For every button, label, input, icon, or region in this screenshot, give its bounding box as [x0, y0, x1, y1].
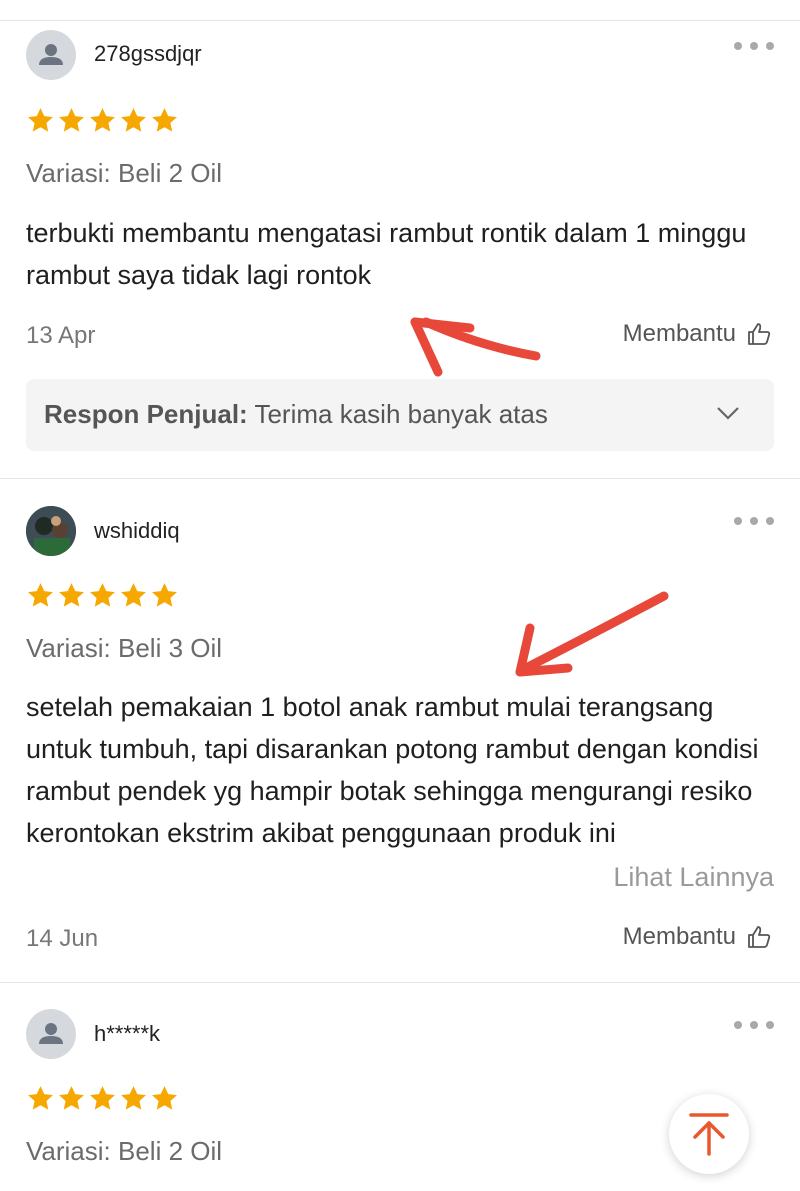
- helpful-label: Membantu: [622, 320, 736, 347]
- star-rating: [26, 106, 179, 136]
- review-date: 14 Jun: [26, 925, 99, 952]
- user-photo: [26, 506, 76, 556]
- seller-response-label: Respon Penjual:: [44, 399, 248, 429]
- username[interactable]: h*****k: [94, 1021, 160, 1047]
- star-icon: [121, 108, 146, 132]
- star-icon: [90, 583, 115, 607]
- star-icon: [121, 583, 146, 607]
- chevron-down-icon[interactable]: [716, 405, 740, 421]
- star-icon: [90, 108, 115, 132]
- helpful-button[interactable]: Membantu: [623, 923, 772, 951]
- star-icon: [28, 108, 53, 132]
- avatar[interactable]: [26, 1009, 76, 1059]
- variation-label: Variasi: Beli 3 Oil: [26, 633, 223, 663]
- star-icon: [90, 1086, 115, 1110]
- helpful-button[interactable]: Membantu: [623, 320, 772, 348]
- username[interactable]: 278gssdjqr: [94, 41, 202, 67]
- scroll-to-top-button[interactable]: [669, 1094, 749, 1174]
- review-comment: setelah pemakaian 1 botol anak rambut mu…: [26, 692, 759, 848]
- user-icon: [39, 1023, 63, 1044]
- star-rating: [26, 581, 179, 611]
- avatar[interactable]: [26, 506, 76, 556]
- star-icon: [28, 583, 53, 607]
- more-dots-icon[interactable]: [734, 513, 774, 529]
- more-dots-icon[interactable]: [734, 1017, 774, 1033]
- thumbs-up-icon: [748, 926, 771, 948]
- more-dots-icon[interactable]: [734, 38, 774, 54]
- star-icon: [59, 1086, 84, 1110]
- helpful-label: Membantu: [622, 923, 736, 950]
- username[interactable]: wshiddiq: [94, 518, 180, 544]
- seller-response-text: Terima kasih banyak atas: [254, 399, 548, 429]
- review-divider: [0, 982, 800, 983]
- star-icon: [152, 583, 177, 607]
- top-divider: [0, 20, 800, 21]
- star-icon: [28, 1086, 53, 1110]
- avatar[interactable]: [26, 30, 76, 80]
- star-icon: [59, 108, 84, 132]
- star-icon: [59, 583, 84, 607]
- see-more-link[interactable]: Lihat Lainnya: [613, 862, 774, 893]
- star-icon: [152, 108, 177, 132]
- arrow-up-icon: [689, 1113, 729, 1156]
- review-divider: [0, 478, 800, 479]
- variation-label: Variasi: Beli 2 Oil: [26, 158, 223, 188]
- review-date: 13 Apr: [26, 322, 96, 349]
- review-comment: terbukti membantu mengatasi rambut ronti…: [26, 218, 747, 290]
- thumbs-up-icon: [748, 323, 771, 345]
- star-icon: [152, 1086, 177, 1110]
- star-rating: [26, 1084, 179, 1114]
- star-icon: [121, 1086, 146, 1110]
- user-icon: [39, 44, 63, 65]
- seller-response[interactable]: Respon Penjual: Terima kasih banyak atas: [26, 379, 774, 451]
- variation-label: Variasi: Beli 2 Oil: [26, 1136, 223, 1166]
